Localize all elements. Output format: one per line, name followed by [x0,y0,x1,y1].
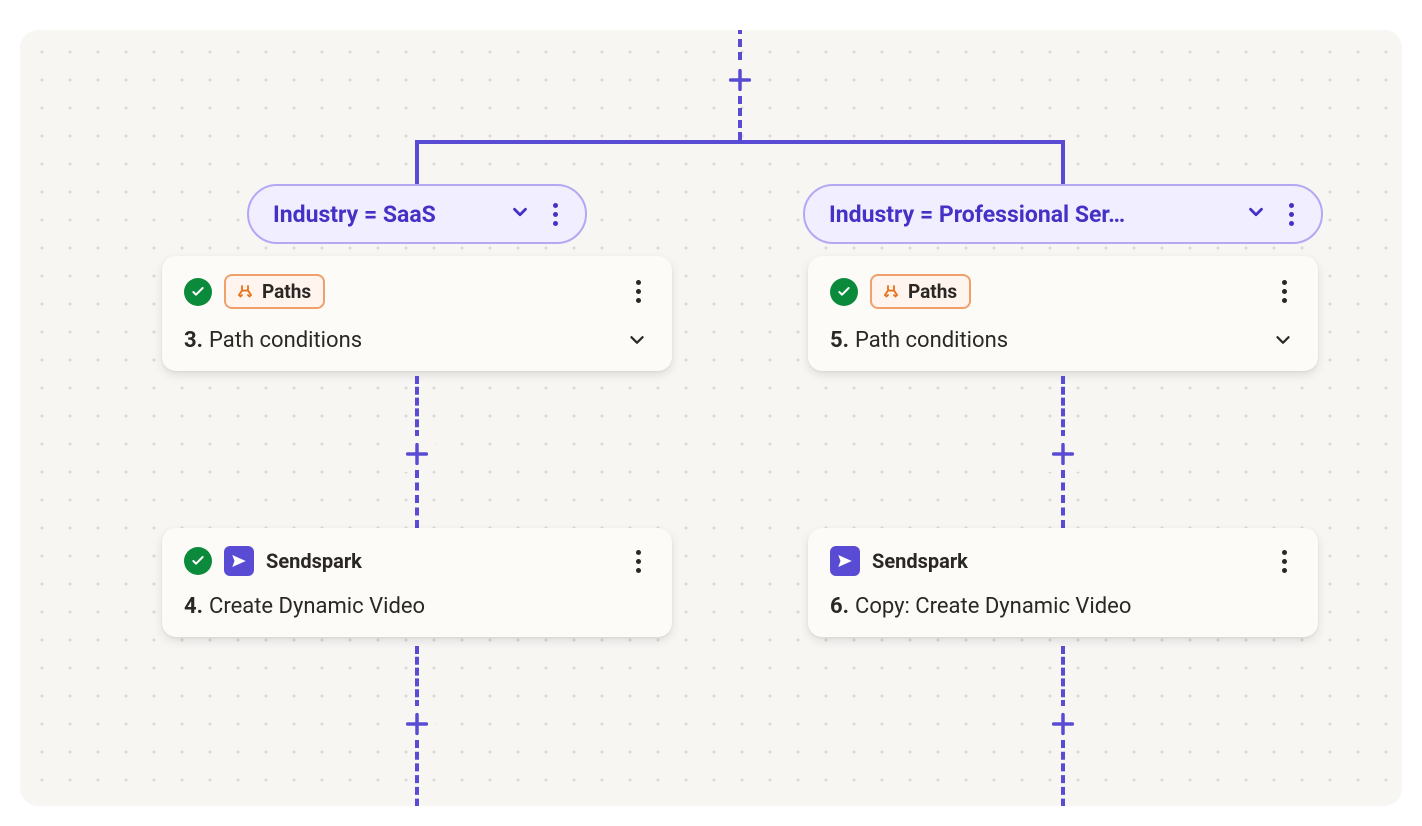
chevron-down-icon [509,201,531,227]
branch-pill-professional[interactable]: Industry = Professional Ser… [803,184,1323,244]
connector-right-1a [1061,376,1065,438]
branch-label: Industry = SaaS [273,201,436,228]
step-title: Create Dynamic Video [209,594,425,619]
connector-right-2b [1061,740,1065,806]
connector-trunk-bottom [738,96,742,140]
step-card-4[interactable]: Sendspark 4. Create Dynamic Video [162,528,672,637]
connector-trunk-top [738,30,742,60]
step-menu[interactable] [626,280,650,304]
step-title: Path conditions [855,328,1008,353]
chevron-down-icon [1245,201,1267,227]
add-step-left-1[interactable] [399,436,435,472]
connector-right-2a [1061,646,1065,708]
step-title: Copy: Create Dynamic Video [855,594,1131,619]
paths-tag: Paths [224,274,325,309]
step-card-3[interactable]: Paths 3. Path conditions [162,256,672,371]
connector-left-drop [415,140,419,184]
sendspark-icon [224,546,254,576]
expand-toggle[interactable] [1270,327,1296,353]
paths-icon [236,283,254,301]
step-menu[interactable] [626,549,650,573]
step-number: 4. [184,594,203,619]
connector-left-1b [415,470,419,528]
add-step-right-1[interactable] [1045,436,1081,472]
step-card-6[interactable]: Sendspark 6. Copy: Create Dynamic Video [808,528,1318,637]
branch-label: Industry = Professional Ser… [829,201,1125,228]
step-menu[interactable] [1272,549,1296,573]
step-number: 6. [830,594,849,619]
add-step-left-2[interactable] [399,706,435,742]
add-step-trunk[interactable] [722,62,758,98]
step-menu[interactable] [1272,280,1296,304]
add-step-right-2[interactable] [1045,706,1081,742]
app-name: Sendspark [872,549,968,573]
paths-icon [882,283,900,301]
step-title: Path conditions [209,328,362,353]
connector-left-2b [415,740,419,806]
checkmark-icon [184,278,212,306]
connector-right-drop [1061,140,1065,184]
step-number: 3. [184,328,203,353]
branch-menu[interactable] [1279,202,1303,226]
paths-tag: Paths [870,274,971,309]
connector-hsplit [415,140,1065,144]
connector-left-1a [415,376,419,438]
expand-toggle[interactable] [624,327,650,353]
sendspark-icon [830,546,860,576]
app-name: Sendspark [266,549,362,573]
step-number: 5. [830,328,849,353]
checkmark-icon [830,278,858,306]
workflow-canvas[interactable]: Industry = SaaS Paths [20,30,1402,806]
step-card-5[interactable]: Paths 5. Path conditions [808,256,1318,371]
checkmark-icon [184,547,212,575]
branch-pill-saas[interactable]: Industry = SaaS [247,184,587,244]
connector-left-2a [415,646,419,708]
connector-right-1b [1061,470,1065,528]
branch-menu[interactable] [543,202,567,226]
